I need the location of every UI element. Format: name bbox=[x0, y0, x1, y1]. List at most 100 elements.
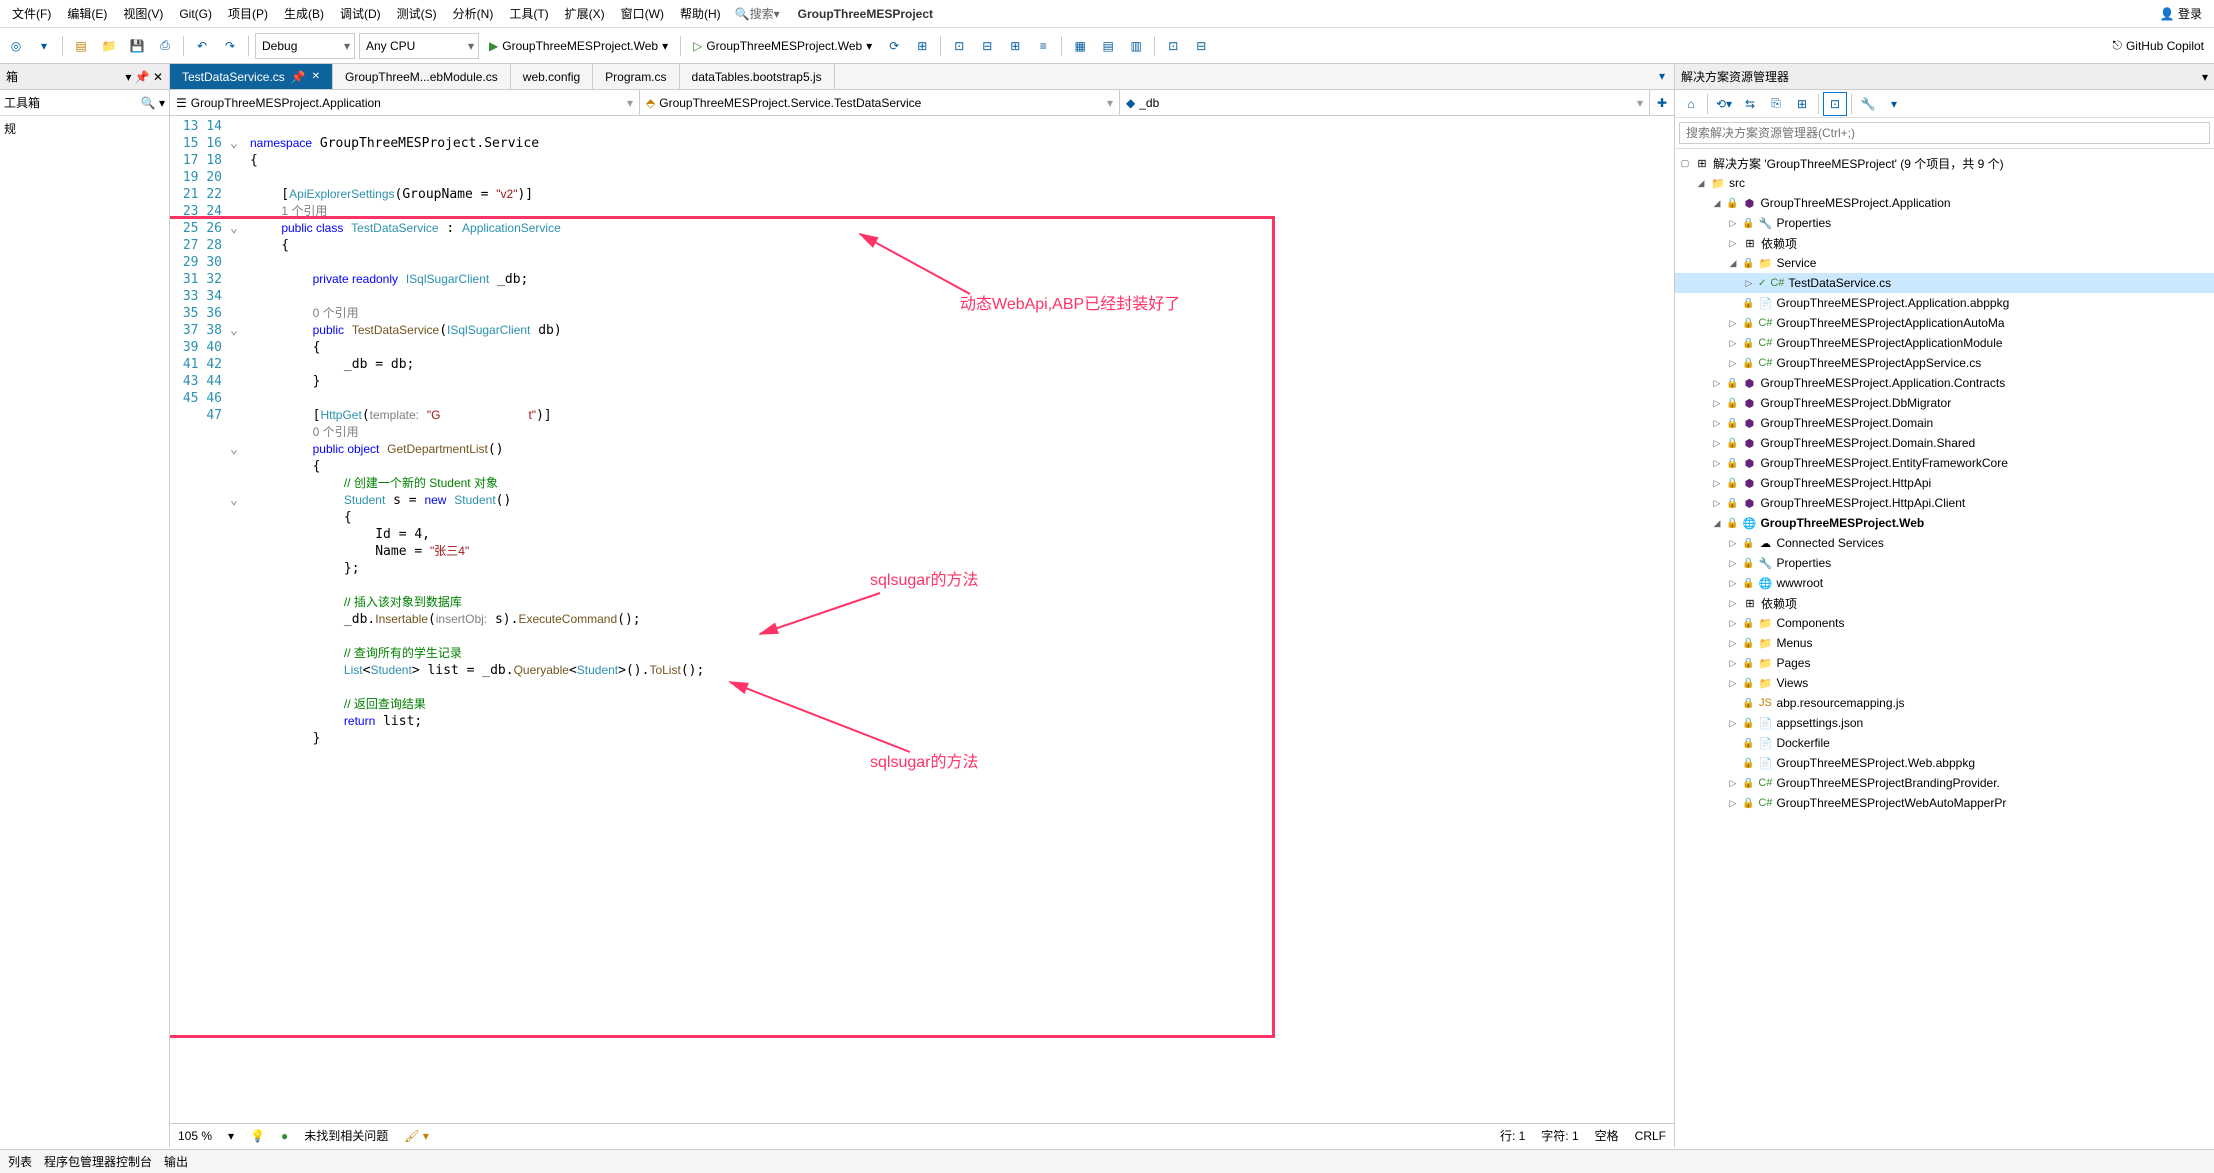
save-all-button[interactable]: ⎙ bbox=[153, 34, 177, 58]
sln-preview[interactable]: ▾ bbox=[1882, 92, 1906, 116]
tb-extra1[interactable]: ⟳ bbox=[882, 34, 906, 58]
file-webautomapper[interactable]: ▷🔒C#GroupThreeMESProjectWebAutoMapperPr bbox=[1675, 793, 2214, 813]
line-indicator[interactable]: 行: 1 bbox=[1500, 1127, 1525, 1144]
pin-icon[interactable]: 📌 bbox=[291, 70, 306, 84]
copilot-button[interactable]: ⎋ GitHub Copilot bbox=[2106, 33, 2210, 59]
tb-extra2[interactable]: ⊞ bbox=[910, 34, 934, 58]
forward-button[interactable]: ▾ bbox=[32, 34, 56, 58]
brush-icon[interactable]: 🖌 ▾ bbox=[404, 1129, 429, 1143]
folder-components[interactable]: ▷🔒📁Components bbox=[1675, 613, 2214, 633]
undo-button[interactable]: ↶ bbox=[190, 34, 214, 58]
project-httpapiclient[interactable]: ▷🔒⬢GroupThreeMESProject.HttpApi.Client bbox=[1675, 493, 2214, 513]
sln-showall[interactable]: ⊡ bbox=[1823, 92, 1847, 116]
file-dockerfile[interactable]: 🔒📄Dockerfile bbox=[1675, 733, 2214, 753]
file-webabppkg[interactable]: 🔒📄GroupThreeMESProject.Web.abppkg bbox=[1675, 753, 2214, 773]
tab-module[interactable]: GroupThreeM...ebModule.cs bbox=[333, 64, 511, 89]
zoom-level[interactable]: 105 % bbox=[178, 1129, 212, 1143]
node-deps[interactable]: ▷⊞依赖项 bbox=[1675, 233, 2214, 253]
file-abppkg[interactable]: 🔒📄GroupThreeMESProject.Application.abppk… bbox=[1675, 293, 2214, 313]
redo-button[interactable]: ↷ bbox=[218, 34, 242, 58]
tab-datatables[interactable]: dataTables.bootstrap5.js bbox=[680, 64, 835, 89]
search-icon[interactable]: 🔍 ▾ bbox=[141, 96, 165, 110]
menu-file[interactable]: 文件(F) bbox=[4, 1, 59, 26]
node-webdeps[interactable]: ▷⊞依赖项 bbox=[1675, 593, 2214, 613]
tab-webconfig[interactable]: web.config bbox=[511, 64, 593, 89]
indent-indicator[interactable]: 空格 bbox=[1595, 1127, 1619, 1144]
tab-pkgconsole[interactable]: 程序包管理器控制台 bbox=[44, 1153, 152, 1170]
menu-git[interactable]: Git(G) bbox=[171, 3, 220, 25]
tab-list[interactable]: 列表 bbox=[8, 1153, 32, 1170]
tb-group1[interactable]: ▦ bbox=[1068, 34, 1092, 58]
start-button[interactable]: ▶ GroupThreeMESProject.Web ▾ bbox=[483, 33, 674, 59]
sln-sync[interactable]: ⇆ bbox=[1738, 92, 1762, 116]
file-appsettings[interactable]: ▷🔒📄appsettings.json bbox=[1675, 713, 2214, 733]
project-domainshared[interactable]: ▷🔒⬢GroupThreeMESProject.Domain.Shared bbox=[1675, 433, 2214, 453]
issues-label[interactable]: 未找到相关问题 bbox=[304, 1127, 388, 1144]
folder-src[interactable]: ◢📁src bbox=[1675, 173, 2214, 193]
platform-combo[interactable]: Any CPU bbox=[359, 33, 479, 59]
tab-program[interactable]: Program.cs bbox=[593, 64, 679, 89]
tb-layout3[interactable]: ⊞ bbox=[1003, 34, 1027, 58]
menu-build[interactable]: 生成(B) bbox=[276, 1, 332, 26]
fold-column[interactable]: ⌄ ⌄ ⌄ ⌄ ⌄ bbox=[230, 116, 250, 1147]
file-resmapping[interactable]: 🔒JSabp.resourcemapping.js bbox=[1675, 693, 2214, 713]
config-combo[interactable]: Debug bbox=[255, 33, 355, 59]
sln-refresh[interactable]: ⟲▾ bbox=[1712, 92, 1736, 116]
open-button[interactable]: 📁 bbox=[97, 34, 121, 58]
file-testdataservice[interactable]: ▷✓C#TestDataService.cs bbox=[1675, 273, 2214, 293]
nav-project[interactable]: ☰ GroupThreeMESProject.Application bbox=[170, 90, 640, 115]
code-editor[interactable]: 13 14 15 16 17 18 19 20 21 22 23 24 25 2… bbox=[170, 116, 1674, 1147]
project-contracts[interactable]: ▷🔒⬢GroupThreeMESProject.Application.Cont… bbox=[1675, 373, 2214, 393]
sln-home[interactable]: ⌂ bbox=[1679, 92, 1703, 116]
node-connsvc[interactable]: ▷🔒☁Connected Services bbox=[1675, 533, 2214, 553]
tab-testdataservice[interactable]: TestDataService.cs📌✕ bbox=[170, 64, 333, 89]
folder-pages[interactable]: ▷🔒📁Pages bbox=[1675, 653, 2214, 673]
project-domain[interactable]: ▷🔒⬢GroupThreeMESProject.Domain bbox=[1675, 413, 2214, 433]
tb-misc1[interactable]: ⊡ bbox=[1161, 34, 1185, 58]
menu-project[interactable]: 项目(P) bbox=[220, 1, 276, 26]
back-button[interactable]: ◎ bbox=[4, 34, 28, 58]
nav-member[interactable]: ◆ _db bbox=[1120, 90, 1650, 115]
sln-all[interactable]: ⊞ bbox=[1790, 92, 1814, 116]
tabs-overflow[interactable]: ▾ bbox=[1650, 64, 1674, 88]
new-button[interactable]: ▤ bbox=[69, 34, 93, 58]
menu-extensions[interactable]: 扩展(X) bbox=[557, 1, 613, 26]
node-properties[interactable]: ▷🔒🔧Properties bbox=[1675, 213, 2214, 233]
nav-class[interactable]: ⬘ GroupThreeMESProject.Service.TestDataS… bbox=[640, 90, 1120, 115]
file-branding[interactable]: ▷🔒C#GroupThreeMESProjectBrandingProvider… bbox=[1675, 773, 2214, 793]
eol-indicator[interactable]: CRLF bbox=[1635, 1129, 1666, 1143]
menu-analyze[interactable]: 分析(N) bbox=[445, 1, 502, 26]
tb-group3[interactable]: ▥ bbox=[1124, 34, 1148, 58]
file-automapper[interactable]: ▷🔒C#GroupThreeMESProjectApplicationAutoM… bbox=[1675, 313, 2214, 333]
code-content[interactable]: namespace GroupThreeMESProject.Service {… bbox=[250, 116, 1674, 1147]
save-button[interactable]: 💾 bbox=[125, 34, 149, 58]
menu-tools[interactable]: 工具(T) bbox=[501, 1, 556, 26]
menu-view[interactable]: 视图(V) bbox=[115, 1, 171, 26]
tb-layout2[interactable]: ⊟ bbox=[975, 34, 999, 58]
search-launcher[interactable]: 🔍 搜索 ▾ bbox=[729, 5, 786, 22]
tb-misc2[interactable]: ⊟ bbox=[1189, 34, 1213, 58]
file-appservice[interactable]: ▷🔒C#GroupThreeMESProjectAppService.cs bbox=[1675, 353, 2214, 373]
start-no-debug-button[interactable]: ▷ GroupThreeMESProject.Web ▾ bbox=[687, 33, 878, 59]
close-icon[interactable]: ✕ bbox=[312, 71, 320, 82]
file-appmodule[interactable]: ▷🔒C#GroupThreeMESProjectApplicationModul… bbox=[1675, 333, 2214, 353]
toolbox-pin-icon[interactable]: ▾ 📌 ✕ bbox=[125, 70, 163, 84]
tb-layout4[interactable]: ≡ bbox=[1031, 34, 1055, 58]
tb-group2[interactable]: ▤ bbox=[1096, 34, 1120, 58]
tb-layout1[interactable]: ⊡ bbox=[947, 34, 971, 58]
folder-service[interactable]: ◢🔒📁Service bbox=[1675, 253, 2214, 273]
node-webprops[interactable]: ▷🔒🔧Properties bbox=[1675, 553, 2214, 573]
folder-views[interactable]: ▷🔒📁Views bbox=[1675, 673, 2214, 693]
project-web[interactable]: ◢🔒🌐GroupThreeMESProject.Web bbox=[1675, 513, 2214, 533]
col-indicator[interactable]: 字符: 1 bbox=[1541, 1127, 1578, 1144]
lightbulb-icon[interactable]: 💡 bbox=[250, 1129, 265, 1143]
sln-pin-controls[interactable]: ▾ bbox=[2202, 70, 2208, 84]
project-application[interactable]: ◢🔒⬢GroupThreeMESProject.Application bbox=[1675, 193, 2214, 213]
menu-test[interactable]: 测试(S) bbox=[389, 1, 445, 26]
solution-root[interactable]: ▢⊞解决方案 'GroupThreeMESProject' (9 个项目，共 9… bbox=[1675, 153, 2214, 173]
sln-copy[interactable]: ⎘ bbox=[1764, 92, 1788, 116]
tab-output[interactable]: 输出 bbox=[164, 1153, 188, 1170]
toolbox-general[interactable]: 规 bbox=[0, 116, 169, 141]
menu-edit[interactable]: 编辑(E) bbox=[59, 1, 115, 26]
project-httpapi[interactable]: ▷🔒⬢GroupThreeMESProject.HttpApi bbox=[1675, 473, 2214, 493]
